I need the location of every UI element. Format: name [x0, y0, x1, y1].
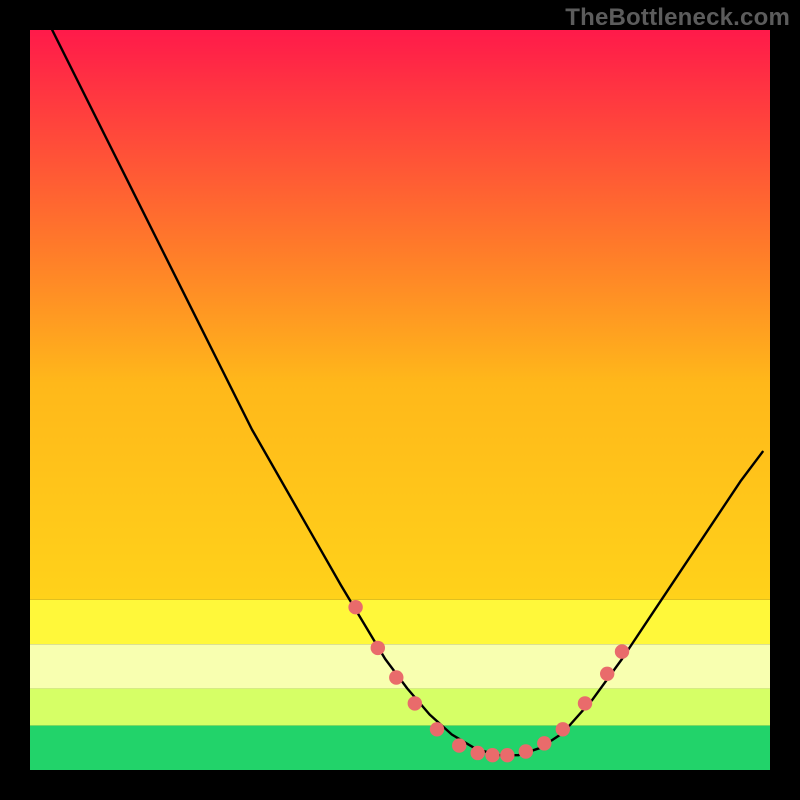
curve-marker	[471, 746, 485, 760]
curve-marker	[371, 641, 385, 655]
curve-marker	[600, 667, 614, 681]
curve-marker	[348, 600, 362, 614]
heat-band-yellow	[30, 600, 770, 644]
curve-marker	[452, 738, 466, 752]
curve-marker	[389, 670, 403, 684]
curve-marker	[615, 644, 629, 658]
curve-marker	[537, 736, 551, 750]
watermark-text: TheBottleneck.com	[565, 4, 790, 32]
plot-area	[30, 30, 770, 770]
curve-marker	[485, 748, 499, 762]
curve-marker	[430, 722, 444, 736]
curve-marker	[556, 722, 570, 736]
curve-marker	[500, 748, 514, 762]
heat-band-green	[30, 726, 770, 770]
curve-marker	[578, 696, 592, 710]
heat-band-top	[30, 30, 770, 600]
chart-svg	[30, 30, 770, 770]
curve-marker	[408, 696, 422, 710]
chart-frame: TheBottleneck.com	[0, 0, 800, 800]
heat-band-yellowgreen	[30, 689, 770, 726]
curve-marker	[519, 744, 533, 758]
